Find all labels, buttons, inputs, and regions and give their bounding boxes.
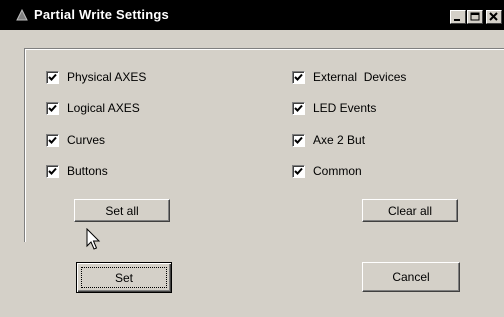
checkbox-curves[interactable]: Curves [46,132,105,148]
checkbox-box[interactable] [292,164,305,178]
checkbox-label: Curves [67,133,106,147]
close-button[interactable] [486,10,502,24]
checkbox-box[interactable] [292,101,305,115]
checkbox-label: Axe 2 But [313,133,366,147]
checkbox-external-devices[interactable]: External Devices [292,69,406,85]
maximize-button[interactable] [467,10,483,24]
minimize-button[interactable] [450,10,466,24]
focus-rectangle [81,267,167,288]
checkbox-box[interactable] [46,101,59,115]
cancel-button[interactable]: Cancel [362,262,460,292]
set-all-button[interactable]: Set all [74,199,170,222]
app-icon [16,8,28,21]
checkbox-physical-axes[interactable]: Physical AXES [46,69,146,85]
set-button[interactable]: Set [76,262,172,293]
checkbox-box[interactable] [292,133,305,147]
checkbox-label: Common [313,164,362,178]
checkbox-label: Buttons [67,164,108,178]
checkbox-axe-2-but[interactable]: Axe 2 But [292,132,365,148]
checkbox-led-events[interactable]: LED Events [292,100,376,116]
checkbox-label: LED Events [313,101,377,115]
checkbox-box[interactable] [46,164,59,178]
clear-all-button[interactable]: Clear all [362,199,458,222]
checkbox-label: Physical AXES [67,70,147,84]
checkbox-label: External Devices [313,70,407,84]
checkbox-label: Logical AXES [67,101,140,115]
mouse-pointer-icon [86,227,102,255]
checkbox-logical-axes[interactable]: Logical AXES [46,100,140,116]
checkbox-common[interactable]: Common [292,163,362,179]
window-title: Partial Write Settings [34,7,169,22]
checkbox-box[interactable] [46,133,59,147]
title-bar[interactable]: Partial Write Settings [0,0,504,30]
checkbox-buttons[interactable]: Buttons [46,163,108,179]
checkbox-box[interactable] [46,70,59,84]
checkbox-box[interactable] [292,70,305,84]
